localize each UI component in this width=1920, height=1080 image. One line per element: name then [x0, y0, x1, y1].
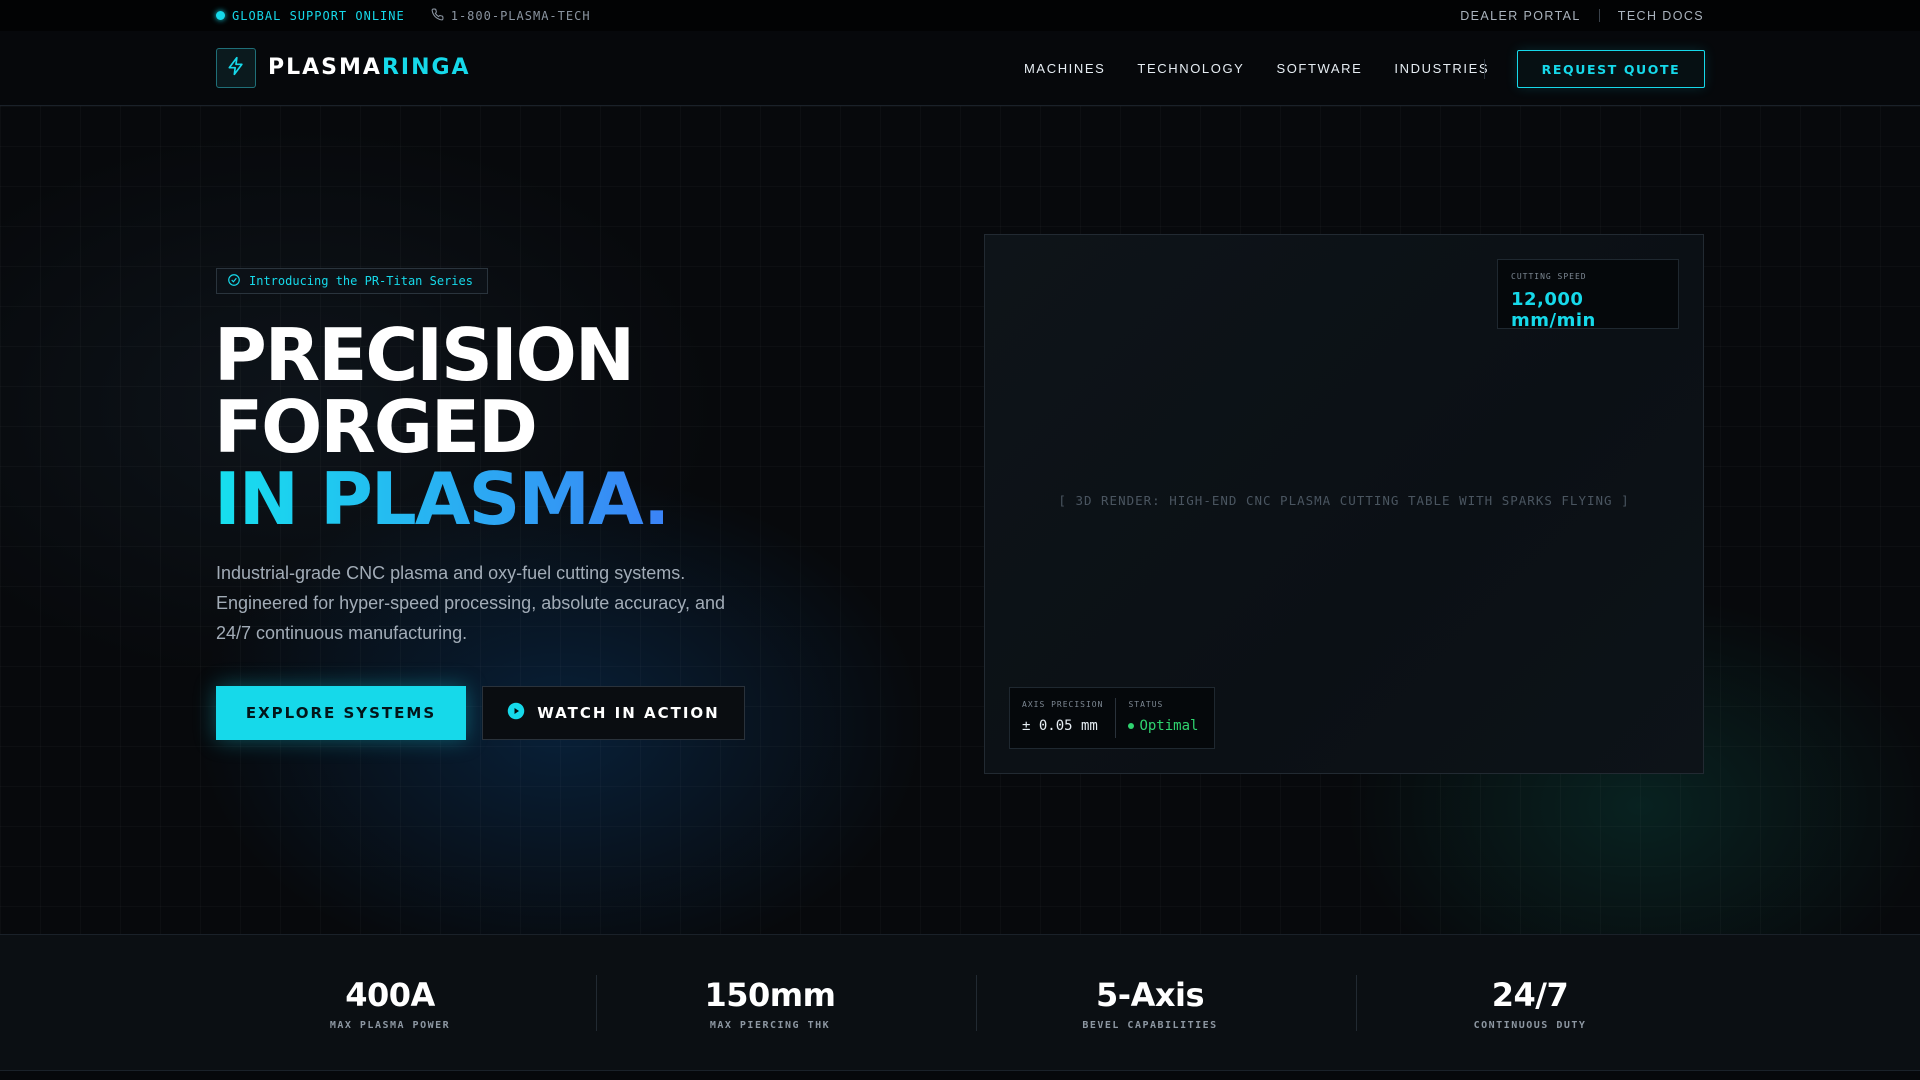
watch-in-action-label: WATCH IN ACTION [537, 704, 720, 722]
topbar-divider [1598, 9, 1600, 22]
online-dot-icon [216, 11, 225, 20]
stat-label: MAX PIERCING THK [709, 1020, 831, 1031]
support-phone[interactable]: 1-800-PLASMA-TECH [431, 8, 591, 24]
play-icon [507, 702, 525, 724]
logo-text-primary: PLASMA [268, 55, 382, 80]
axis-precision-value: ± 0.05 mm [1022, 718, 1098, 734]
support-status-text: GLOBAL SUPPORT ONLINE [232, 8, 405, 23]
headline-line-2: FORGED [214, 385, 538, 469]
stat-item: 5-Axis BEVEL CAPABILITIES [960, 935, 1340, 1072]
nav-item-software[interactable]: SOFTWARE [1276, 61, 1362, 76]
hero-description-line-1: Industrial-grade CNC plasma and oxy-fuel… [216, 563, 686, 583]
render-placeholder: [ 3D RENDER: HIGH-END CNC PLASMA CUTTING… [1058, 493, 1630, 508]
stat-item: 400A MAX PLASMA POWER [200, 935, 580, 1072]
badge-text: Introducing the PR-Titan Series [249, 274, 473, 288]
hero-description-line-3: 24/7 continuous manufacturing. [216, 623, 468, 643]
status-value-text: Optimal [1139, 718, 1199, 734]
phone-icon [431, 8, 444, 24]
hero-description: Industrial-grade CNC plasma and oxy-fuel… [216, 558, 776, 648]
logo-mark[interactable] [216, 48, 256, 88]
explore-systems-button[interactable]: EXPLORE SYSTEMS [216, 686, 466, 740]
stat-label: BEVEL CAPABILITIES [1082, 1020, 1218, 1031]
headline-line-1: PRECISION [214, 313, 635, 397]
cutting-speed-value: 12,000 mm/min [1511, 289, 1596, 331]
nav-item-industries[interactable]: INDUSTRIES [1394, 61, 1489, 76]
support-status: GLOBAL SUPPORT ONLINE [216, 9, 405, 23]
precision-status-card: AXIS PRECISION ± 0.05 mm STATUS Optimal [1009, 687, 1215, 749]
axis-precision-label: AXIS PRECISION [1022, 700, 1104, 709]
tech-docs-link[interactable]: TECH DOCS [1618, 9, 1704, 23]
status-value: Optimal [1128, 718, 1198, 734]
watch-in-action-button[interactable]: WATCH IN ACTION [482, 686, 745, 740]
stat-value: 5-Axis [1096, 976, 1204, 1014]
logo-wordmark[interactable]: PLASMARINGA [268, 55, 471, 80]
status-dot-icon [1128, 723, 1135, 729]
check-circle-icon [227, 273, 241, 290]
stat-value: 150mm [704, 976, 836, 1014]
headline-line-3: IN PLASMA. [214, 457, 670, 541]
bolt-icon [226, 56, 246, 81]
announcement-badge[interactable]: Introducing the PR-Titan Series [216, 268, 488, 294]
nav-item-machines[interactable]: MACHINES [1024, 61, 1105, 76]
stat-value: 24/7 [1491, 976, 1569, 1014]
cutting-speed-card: CUTTING SPEED 12,000 mm/min [1497, 259, 1679, 331]
stat-value: 400A [345, 976, 435, 1014]
stat-label: CONTINUOUS DUTY [1473, 1020, 1587, 1031]
phone-number: 1-800-PLASMA-TECH [450, 8, 591, 23]
logo-text-accent: RINGA [381, 55, 471, 80]
stats-bar: 400A MAX PLASMA POWER 150mm MAX PIERCING… [0, 934, 1920, 1071]
machine-render-panel: [ 3D RENDER: HIGH-END CNC PLASMA CUTTING… [984, 234, 1704, 774]
page-bottom-strip [0, 1071, 1920, 1080]
status-label: STATUS [1128, 700, 1164, 709]
nav-item-technology[interactable]: TECHNOLOGY [1137, 61, 1244, 76]
dealer-portal-link[interactable]: DEALER PORTAL [1460, 9, 1581, 23]
top-utility-bar: GLOBAL SUPPORT ONLINE 1-800-PLASMA-TECH … [0, 0, 1920, 31]
nav-divider [1484, 59, 1485, 79]
cutting-speed-label: CUTTING SPEED [1511, 272, 1587, 281]
request-quote-button[interactable]: REQUEST QUOTE [1517, 50, 1705, 88]
hero-description-line-2: Engineered for hyper-speed processing, a… [216, 593, 725, 613]
stat-label: MAX PLASMA POWER [329, 1020, 451, 1031]
stat-item: 24/7 CONTINUOUS DUTY [1340, 935, 1720, 1072]
stat-item: 150mm MAX PIERCING THK [580, 935, 960, 1072]
hero-section: Introducing the PR-Titan Series PRECISIO… [0, 106, 1920, 934]
hero-headline: PRECISION FORGED IN PLASMA. [214, 313, 670, 541]
main-nav: PLASMARINGA MACHINES TECHNOLOGY SOFTWARE… [0, 31, 1920, 106]
